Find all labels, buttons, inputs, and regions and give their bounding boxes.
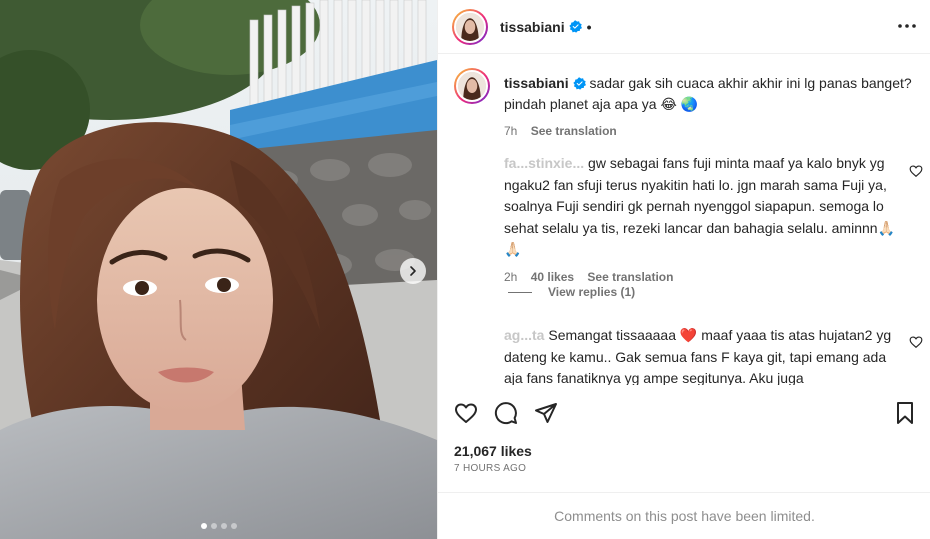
chevron-right-icon	[410, 266, 416, 276]
comments-limited-notice: Comments on this post have been limited.	[438, 492, 930, 539]
comment-time[interactable]: 2h	[504, 270, 517, 284]
carousel-dot-2	[210, 523, 217, 529]
caption-username[interactable]: tissabiani	[504, 75, 569, 91]
comment-item: fa...stinxie... gw sebagai fans fuji min…	[504, 153, 904, 288]
verified-badge-icon	[568, 20, 582, 33]
avatar-image	[458, 72, 486, 100]
post-header: tissabiani •	[438, 0, 930, 54]
comment-item: ag...ta Semangat tissaaaaa ❤️ maaf yaaa …	[504, 325, 904, 385]
comment-like-heart-icon[interactable]	[909, 164, 923, 178]
post-photo	[0, 0, 437, 539]
view-replies[interactable]: View replies (1)	[508, 285, 635, 299]
share-icon[interactable]	[534, 401, 558, 425]
comment-icon[interactable]	[494, 401, 518, 425]
carousel-indicator	[0, 523, 437, 529]
replies-divider	[508, 291, 532, 293]
post-actions	[438, 395, 930, 431]
post-side-panel: tissabiani • tissabiani sadar gak sih cu…	[437, 0, 930, 539]
post-timestamp[interactable]: 7 HOURS AGO	[454, 463, 526, 474]
carousel-dot-4	[230, 523, 237, 529]
view-replies-label[interactable]: View replies (1)	[548, 285, 635, 299]
save-icon[interactable]	[893, 401, 917, 425]
avatar-image	[456, 12, 484, 41]
comments-section[interactable]: tissabiani sadar gak sih cuaca akhir akh…	[438, 55, 930, 385]
author-username[interactable]: tissabiani	[500, 19, 565, 35]
comment-like-heart-icon[interactable]	[909, 335, 923, 349]
comment-username[interactable]: fa...stinxie...	[504, 155, 584, 171]
instagram-post: tissabiani • tissabiani sadar gak sih cu…	[0, 0, 930, 539]
comments-limited-text: Comments on this post have been limited.	[554, 508, 815, 524]
heart-icon[interactable]	[454, 401, 478, 425]
next-photo-button[interactable]	[400, 258, 426, 284]
comment-see-translation[interactable]: See translation	[587, 270, 673, 284]
carousel-dot-3	[220, 523, 227, 529]
author-avatar[interactable]	[452, 8, 488, 45]
comment-likes[interactable]: 40 likes	[531, 270, 574, 284]
carousel-dot-1	[200, 523, 207, 529]
caption-see-translation[interactable]: See translation	[531, 124, 617, 138]
comment-username[interactable]: ag...ta	[504, 327, 544, 343]
caption-time[interactable]: 7h	[504, 124, 517, 138]
comment-text: Semangat tissaaaaa ❤️ maaf yaaa tis atas…	[504, 327, 892, 385]
more-options-icon[interactable]	[897, 16, 917, 36]
caption-avatar[interactable]	[454, 68, 490, 104]
verified-badge-icon	[572, 77, 586, 90]
likes-count[interactable]: 21,067 likes	[454, 443, 532, 459]
header-separator: •	[586, 18, 592, 35]
post-media[interactable]	[0, 0, 437, 539]
